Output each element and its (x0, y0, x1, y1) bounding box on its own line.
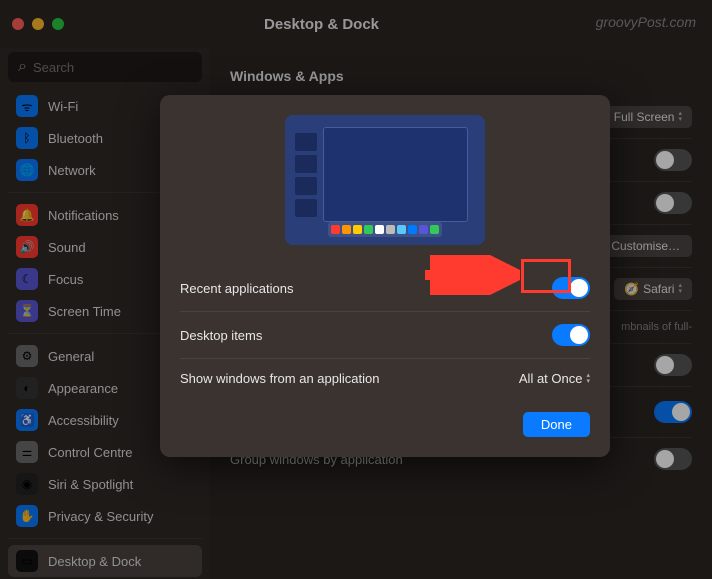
bluetooth-icon: ᛒ (16, 127, 38, 149)
sidebar-item-siri[interactable]: ◉Siri & Spotlight (8, 468, 202, 500)
show-windows-dropdown[interactable]: All at Once▴▾ (519, 371, 590, 386)
mission-control-dialog: Recent applications Desktop items Show w… (160, 95, 610, 457)
toggle-3[interactable] (654, 354, 692, 376)
search-field[interactable]: ⌕ (8, 52, 202, 82)
sidebar-item-desktop-dock[interactable]: ▭Desktop & Dock (8, 545, 202, 577)
hand-icon: ✋ (16, 505, 38, 527)
show-windows-row: Show windows from an application All at … (180, 359, 590, 398)
titlebar: Desktop & Dock groovyPost.com (0, 0, 712, 48)
desktop-items-row: Desktop items (180, 312, 590, 359)
recent-apps-toggle[interactable] (552, 277, 590, 299)
appearance-icon: ◐ (16, 377, 38, 399)
wifi-icon: ᯤ (16, 95, 38, 117)
fullscreen-dropdown[interactable]: Full Screen▴▾ (604, 106, 692, 128)
minimize-button[interactable] (32, 18, 44, 30)
recent-apps-row: Recent applications (180, 265, 590, 312)
toggle-group[interactable] (654, 448, 692, 470)
section-title: Windows & Apps (230, 68, 692, 84)
gear-icon: ⚙ (16, 345, 38, 367)
toggle-2[interactable] (654, 192, 692, 214)
show-windows-label: Show windows from an application (180, 371, 379, 386)
divider (8, 538, 202, 539)
desktop-items-toggle[interactable] (552, 324, 590, 346)
search-input[interactable] (33, 60, 209, 75)
page-title: Desktop & Dock (264, 16, 379, 33)
system-settings-window: Desktop & Dock groovyPost.com ⌕ ᯤWi-Fi ᛒ… (0, 0, 712, 579)
close-button[interactable] (12, 18, 24, 30)
customise-button[interactable]: Customise… (599, 235, 692, 257)
browser-dropdown[interactable]: 🧭Safari▴▾ (614, 278, 692, 300)
bell-icon: 🔔 (16, 204, 38, 226)
window-controls (12, 18, 64, 30)
dock-icon: ▭ (16, 550, 38, 572)
hourglass-icon: ⏳ (16, 300, 38, 322)
desktop-items-label: Desktop items (180, 328, 262, 343)
sidebar-item-privacy[interactable]: ✋Privacy & Security (8, 500, 202, 532)
sound-icon: 🔊 (16, 236, 38, 258)
accessibility-icon: ♿ (16, 409, 38, 431)
done-button[interactable]: Done (523, 412, 590, 437)
network-icon: 🌐 (16, 159, 38, 181)
search-icon: ⌕ (18, 58, 27, 76)
watermark: groovyPost.com (596, 14, 696, 30)
moon-icon: ☾ (16, 268, 38, 290)
sliders-icon: ⚌ (16, 441, 38, 463)
toggle-switch[interactable] (654, 401, 692, 423)
siri-icon: ◉ (16, 473, 38, 495)
desktop-preview (285, 115, 485, 245)
maximize-button[interactable] (52, 18, 64, 30)
recent-apps-label: Recent applications (180, 281, 293, 296)
toggle-1[interactable] (654, 149, 692, 171)
